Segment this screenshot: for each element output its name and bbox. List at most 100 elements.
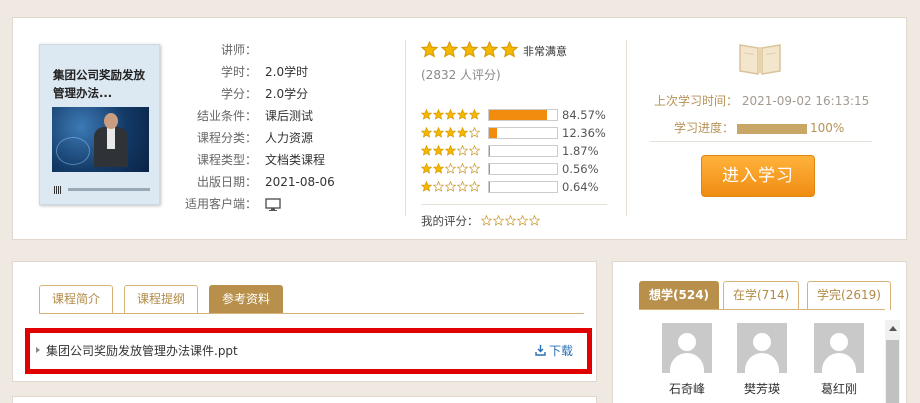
avatar[interactable] <box>814 323 864 373</box>
rating-distribution-row: 84.57% <box>421 108 621 122</box>
tab-outline[interactable]: 课程提纲 <box>124 285 199 314</box>
rating-percent: 0.64% <box>562 180 599 194</box>
rating-bar <box>488 181 558 193</box>
rating-bar <box>488 109 558 121</box>
info-value-credits: 2.0学分 <box>265 87 309 101</box>
star-icon <box>481 41 498 58</box>
course-cover-image[interactable]: 集团公司奖励发放管理办法... <box>39 44 160 205</box>
star-icon <box>445 181 456 192</box>
info-value-date: 2021-08-06 <box>265 175 335 189</box>
my-rating: 我的评分： <box>421 213 541 229</box>
info-value-type: 文档类课程 <box>265 153 326 167</box>
my-rating-label: 我的评分： <box>421 214 479 228</box>
rating-percent: 84.57% <box>562 108 606 122</box>
star-icon[interactable] <box>516 214 528 226</box>
attachment-file-name[interactable]: 集团公司奖励发放管理办法课件.ppt <box>46 342 238 359</box>
rating-word: 非常满意 <box>523 45 567 58</box>
divider <box>405 40 406 216</box>
row-stars <box>421 163 481 177</box>
cover-footer-line <box>68 188 150 191</box>
rating-bar <box>488 145 558 157</box>
star-icon <box>421 181 432 192</box>
info-label-category: 课程分类： <box>196 131 257 145</box>
info-value-hours: 2.0学时 <box>265 65 309 79</box>
divider <box>626 40 627 216</box>
last-study-time-value: 2021-09-02 16:13:15 <box>741 94 870 108</box>
star-icon <box>469 109 480 120</box>
star-icon <box>433 127 444 138</box>
star-icon <box>433 109 444 120</box>
book-icon <box>739 44 781 75</box>
rating-bar-fill <box>489 128 497 138</box>
course-tabs-panel: 课程简介 课程提纲 参考资料 集团公司奖励发放管理办法课件.ppt 下载 <box>12 261 597 382</box>
star-icon <box>421 127 432 138</box>
star-icon <box>457 109 468 120</box>
tab-underline <box>39 313 584 314</box>
rating-percent: 12.36% <box>562 126 606 140</box>
info-label-date: 出版日期： <box>196 175 257 189</box>
learners-panel: 想学(524) 在学(714) 学完(2619) 石奇峰 樊芳瑛 葛红刚 <box>612 261 907 403</box>
overall-stars <box>421 41 521 59</box>
rating-distribution-row: 0.56% <box>421 162 621 176</box>
info-value-category: 人力资源 <box>265 131 314 145</box>
rating-percent: 1.87% <box>562 144 599 158</box>
learner-name[interactable]: 樊芳瑛 <box>732 380 792 397</box>
star-icon <box>433 181 444 192</box>
tab-underline <box>639 309 885 310</box>
caret-right-icon <box>36 347 40 353</box>
avatar[interactable] <box>662 323 712 373</box>
info-value-completion: 课后测试 <box>265 109 314 123</box>
my-rating-stars[interactable] <box>480 214 541 229</box>
info-label-hours: 学时： <box>220 65 257 79</box>
barcode-icon <box>54 186 62 194</box>
study-progress-label: 学习进度： <box>674 121 735 135</box>
star-icon <box>445 127 456 138</box>
monitor-icon <box>265 198 281 211</box>
star-icon <box>441 41 458 58</box>
star-icon <box>457 163 468 174</box>
download-link[interactable]: 下载 <box>535 342 573 359</box>
rating-bar <box>488 163 558 175</box>
star-icon <box>469 145 480 156</box>
course-detail-panel: 集团公司奖励发放管理办法... 讲师： 学时： 2.0学时 学分： 2.0学分 结业… <box>12 17 907 240</box>
divider <box>421 204 607 205</box>
star-icon <box>469 181 480 192</box>
download-icon <box>535 345 546 356</box>
star-icon <box>457 127 468 138</box>
rating-distribution-row: 0.64% <box>421 180 621 194</box>
rating-bar-fill <box>489 164 490 174</box>
learner-name[interactable]: 石奇峰 <box>657 380 717 397</box>
star-icon <box>421 163 432 174</box>
tab-introduction[interactable]: 课程简介 <box>39 285 114 314</box>
rating-bar-fill <box>489 182 490 192</box>
star-icon[interactable] <box>492 214 504 226</box>
star-icon <box>421 109 432 120</box>
info-label-lecturer: 讲师： <box>220 43 257 57</box>
rating-count: (2832 人评分) <box>421 68 501 82</box>
last-study-time-label: 上次学习时间： <box>654 94 739 108</box>
cover-title: 集团公司奖励发放管理办法... <box>53 68 145 100</box>
tab-want-to-learn[interactable]: 想学(524) <box>639 281 720 310</box>
learner-name[interactable]: 葛红刚 <box>809 380 869 397</box>
row-stars <box>421 127 481 141</box>
tab-completed[interactable]: 学完(2619) <box>807 281 891 310</box>
star-icon[interactable] <box>528 214 540 226</box>
star-icon <box>445 163 456 174</box>
rating-bar <box>488 127 558 139</box>
avatar[interactable] <box>737 323 787 373</box>
row-stars <box>421 181 481 195</box>
divider <box>650 141 872 142</box>
study-progress-value: 100% <box>810 121 845 135</box>
star-icon <box>433 145 444 156</box>
last-study-time: 上次学习时间： 2021-09-02 16:13:15 <box>654 92 869 109</box>
scroll-up-icon[interactable] <box>889 326 897 331</box>
tab-references[interactable]: 参考资料 <box>209 285 284 314</box>
star-icon[interactable] <box>480 214 492 226</box>
star-icon <box>461 41 478 58</box>
scrollbar[interactable] <box>885 320 900 403</box>
star-icon <box>457 145 468 156</box>
enter-study-button[interactable]: 进入学习 <box>701 155 815 197</box>
tab-learning[interactable]: 在学(714) <box>723 281 800 310</box>
star-icon[interactable] <box>504 214 516 226</box>
scroll-thumb[interactable] <box>886 340 899 403</box>
